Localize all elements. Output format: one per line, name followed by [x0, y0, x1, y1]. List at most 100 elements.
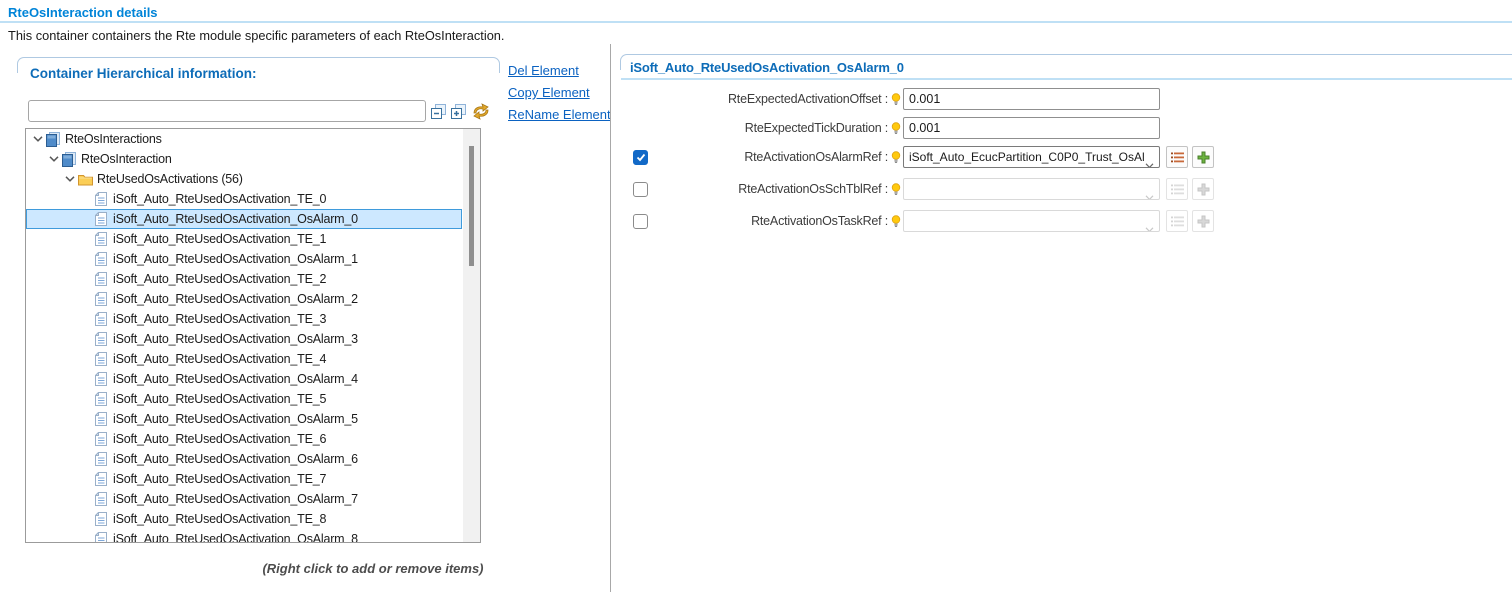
- tree-item[interactable]: iSoft_Auto_RteUsedOsActivation_TE_5: [26, 389, 462, 409]
- tree-item[interactable]: iSoft_Auto_RteUsedOsActivation_OsAlarm_0: [26, 209, 462, 229]
- doc-icon: [93, 192, 109, 206]
- tree-item[interactable]: iSoft_Auto_RteUsedOsActivation_TE_4: [26, 349, 462, 369]
- field-input[interactable]: [903, 88, 1160, 110]
- chevron-down-icon: [1145, 219, 1154, 232]
- page-description: This container containers the Rte module…: [8, 28, 504, 43]
- select-from-list-button: [1166, 178, 1188, 200]
- tree-item[interactable]: iSoft_Auto_RteUsedOsActivation_OsAlarm_6: [26, 449, 462, 469]
- tree-item-label: iSoft_Auto_RteUsedOsActivation_TE_0: [113, 192, 326, 206]
- tree-item[interactable]: RteUsedOsActivations (56): [26, 169, 462, 189]
- tree-item[interactable]: iSoft_Auto_RteUsedOsActivation_TE_2: [26, 269, 462, 289]
- field-label: RteExpectedTickDuration :: [650, 117, 888, 140]
- doc-icon: [93, 412, 109, 426]
- field-label: RteActivationOsAlarmRef :: [650, 146, 888, 169]
- field-row: RteExpectedActivationOffset :: [620, 88, 1512, 111]
- doc-icon: [93, 472, 109, 486]
- tree-item-label: iSoft_Auto_RteUsedOsActivation_OsAlarm_0: [113, 212, 358, 226]
- chevron-down-icon: [1145, 187, 1154, 200]
- doc-icon: [93, 352, 109, 366]
- chevron-down-icon[interactable]: [63, 176, 77, 182]
- tree-item-label: iSoft_Auto_RteUsedOsActivation_OsAlarm_7: [113, 492, 358, 506]
- bulb-icon: [891, 93, 901, 111]
- tree-item[interactable]: iSoft_Auto_RteUsedOsActivation_TE_0: [26, 189, 462, 209]
- tree-item[interactable]: iSoft_Auto_RteUsedOsActivation_TE_3: [26, 309, 462, 329]
- tree-item-label: iSoft_Auto_RteUsedOsActivation_TE_6: [113, 432, 326, 446]
- left-panel-title: Container Hierarchical information:: [30, 66, 257, 81]
- add-reference-button[interactable]: [1192, 146, 1214, 168]
- field-label: RteActivationOsTaskRef :: [650, 210, 888, 233]
- tree-item[interactable]: iSoft_Auto_RteUsedOsActivation_TE_8: [26, 509, 462, 529]
- reference-dropdown[interactable]: iSoft_Auto_EcucPartition_C0P0_Trust_OsAl: [903, 146, 1160, 168]
- checkbox-unchecked[interactable]: [633, 214, 648, 229]
- title-underline: [0, 21, 1512, 23]
- bulb-icon: [891, 183, 901, 201]
- element-actions: Del Element Copy Element ReName Element: [508, 63, 611, 129]
- tree-item-label: iSoft_Auto_RteUsedOsActivation_OsAlarm_6: [113, 452, 358, 466]
- bulb-icon: [891, 122, 901, 140]
- select-from-list-button[interactable]: [1166, 146, 1188, 168]
- tree-item[interactable]: iSoft_Auto_RteUsedOsActivation_OsAlarm_4: [26, 369, 462, 389]
- tree-item-label: RteUsedOsActivations (56): [97, 172, 243, 186]
- tree-item-label: iSoft_Auto_RteUsedOsActivation_OsAlarm_3: [113, 332, 358, 346]
- chevron-down-icon: [1145, 155, 1154, 168]
- bulb-icon: [891, 151, 901, 169]
- tree-item[interactable]: RteOsInteractions: [26, 129, 462, 149]
- field-input[interactable]: [903, 117, 1160, 139]
- tree-item-label: iSoft_Auto_RteUsedOsActivation_OsAlarm_8: [113, 532, 358, 543]
- panel-divider: [610, 44, 611, 592]
- reference-dropdown: [903, 178, 1160, 200]
- dropdown-value: iSoft_Auto_EcucPartition_C0P0_Trust_OsAl: [909, 150, 1145, 164]
- tree-item[interactable]: iSoft_Auto_RteUsedOsActivation_TE_6: [26, 429, 462, 449]
- collapse-all-icon[interactable]: [429, 102, 447, 120]
- tree-item-label: iSoft_Auto_RteUsedOsActivation_OsAlarm_2: [113, 292, 358, 306]
- chevron-down-icon[interactable]: [31, 136, 45, 142]
- tree-item[interactable]: iSoft_Auto_RteUsedOsActivation_TE_7: [26, 469, 462, 489]
- tree-item[interactable]: iSoft_Auto_RteUsedOsActivation_OsAlarm_3: [26, 329, 462, 349]
- expand-all-icon[interactable]: [449, 102, 467, 120]
- search-input[interactable]: [28, 100, 426, 122]
- checkbox-checked[interactable]: [633, 150, 648, 165]
- copy-element-link[interactable]: Copy Element: [508, 85, 611, 100]
- tree-item-label: iSoft_Auto_RteUsedOsActivation_TE_5: [113, 392, 326, 406]
- tree-scrollbar-thumb[interactable]: [469, 146, 474, 266]
- tree-item-label: iSoft_Auto_RteUsedOsActivation_TE_2: [113, 272, 326, 286]
- doc-icon: [93, 252, 109, 266]
- add-reference-button: [1192, 178, 1214, 200]
- tree-item[interactable]: iSoft_Auto_RteUsedOsActivation_OsAlarm_2: [26, 289, 462, 309]
- tree-item-label: RteOsInteraction: [81, 152, 172, 166]
- doc-icon: [93, 212, 109, 226]
- detail-title-underline: [621, 78, 1512, 80]
- tree-scrollbar[interactable]: [463, 129, 480, 542]
- page-title: RteOsInteraction details: [8, 5, 158, 20]
- chevron-down-icon[interactable]: [47, 156, 61, 162]
- tree-item-label: iSoft_Auto_RteUsedOsActivation_OsAlarm_5: [113, 412, 358, 426]
- select-from-list-button: [1166, 210, 1188, 232]
- tree-item[interactable]: iSoft_Auto_RteUsedOsActivation_TE_1: [26, 229, 462, 249]
- detail-panel-title: iSoft_Auto_RteUsedOsActivation_OsAlarm_0: [630, 60, 904, 75]
- doc-icon: [93, 292, 109, 306]
- tree-item[interactable]: iSoft_Auto_RteUsedOsActivation_OsAlarm_8: [26, 529, 462, 543]
- doc-icon: [93, 232, 109, 246]
- doc-icon: [93, 532, 109, 543]
- rename-element-link[interactable]: ReName Element: [508, 107, 611, 122]
- doc-icon: [93, 332, 109, 346]
- tree-rows: RteOsInteractions RteOsInteraction RteUsed…: [26, 129, 480, 543]
- tree-item-label: iSoft_Auto_RteUsedOsActivation_TE_4: [113, 352, 326, 366]
- tree-item[interactable]: iSoft_Auto_RteUsedOsActivation_OsAlarm_5: [26, 409, 462, 429]
- tree-item[interactable]: iSoft_Auto_RteUsedOsActivation_OsAlarm_1: [26, 249, 462, 269]
- tree-item-label: iSoft_Auto_RteUsedOsActivation_TE_3: [113, 312, 326, 326]
- field-row: RteExpectedTickDuration :: [620, 117, 1512, 140]
- sync-arrows-icon[interactable]: [470, 102, 492, 120]
- tree-item-label: iSoft_Auto_RteUsedOsActivation_TE_1: [113, 232, 326, 246]
- tree-item-label: RteOsInteractions: [65, 132, 162, 146]
- tree-item-label: iSoft_Auto_RteUsedOsActivation_TE_8: [113, 512, 326, 526]
- field-label: RteExpectedActivationOffset :: [650, 88, 888, 111]
- tree-item-label: iSoft_Auto_RteUsedOsActivation_TE_7: [113, 472, 326, 486]
- del-element-link[interactable]: Del Element: [508, 63, 611, 78]
- tree-item[interactable]: iSoft_Auto_RteUsedOsActivation_OsAlarm_7: [26, 489, 462, 509]
- doc-icon: [93, 372, 109, 386]
- checkbox-unchecked[interactable]: [633, 182, 648, 197]
- doc-icon: [93, 272, 109, 286]
- tree: RteOsInteractions RteOsInteraction RteUsed…: [25, 128, 481, 543]
- tree-item[interactable]: RteOsInteraction: [26, 149, 462, 169]
